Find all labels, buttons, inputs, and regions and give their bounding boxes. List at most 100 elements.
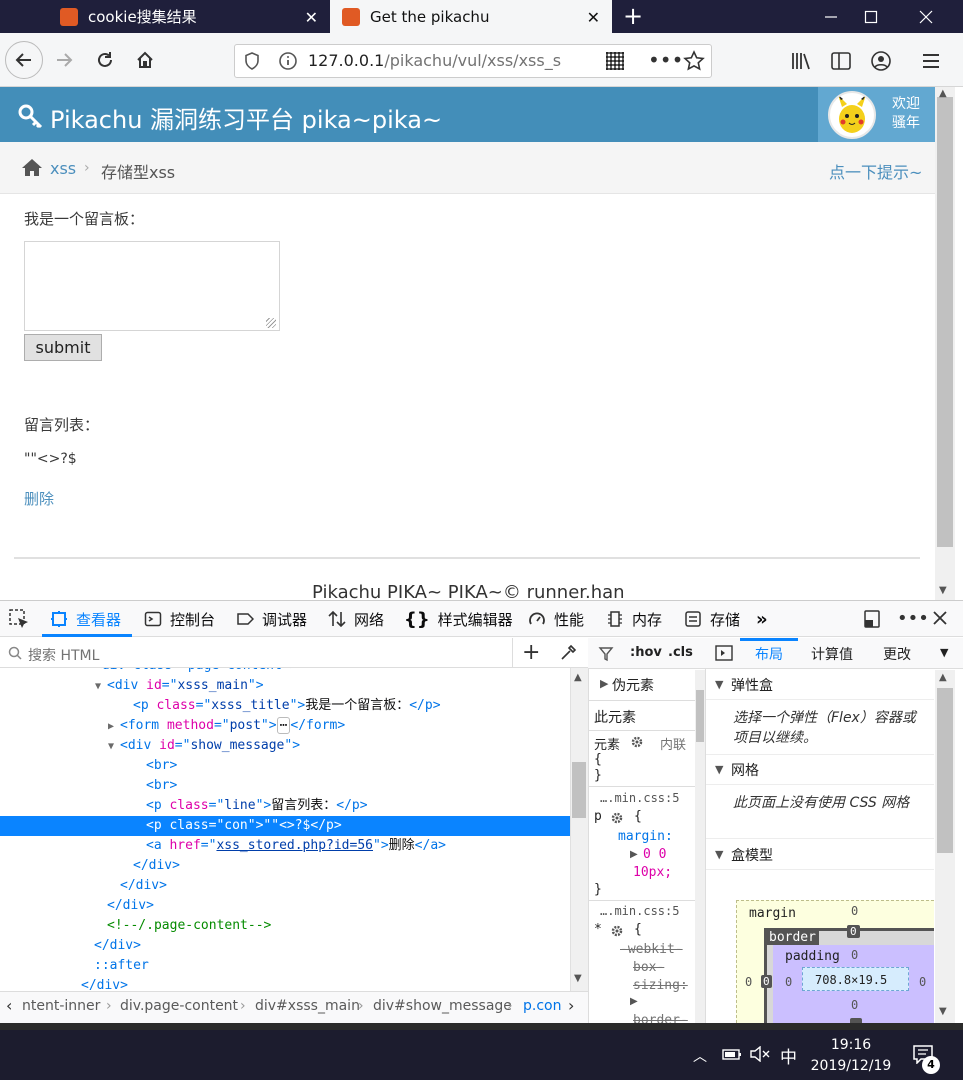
scroll-down-icon[interactable]: ▼ bbox=[939, 585, 947, 596]
expand-arrow-icon[interactable]: ▼ bbox=[715, 678, 723, 691]
grid-section-title[interactable]: 网格 bbox=[731, 760, 759, 780]
padding-right-value[interactable]: 0 bbox=[919, 975, 926, 989]
rule-value[interactable]: 0 0 bbox=[643, 847, 666, 862]
rule-property-struck[interactable]: sizing: bbox=[633, 978, 688, 993]
menu-icon[interactable] bbox=[921, 51, 941, 71]
markup-node[interactable]: ▶ <form method="post"> ⋯ </form> bbox=[0, 716, 570, 736]
gear-icon[interactable] bbox=[610, 924, 624, 938]
breadcrumb-node[interactable]: div#xsss_main bbox=[255, 998, 360, 1014]
qr-code-icon[interactable] bbox=[606, 52, 624, 70]
maximize-icon[interactable] bbox=[845, 0, 897, 33]
rule-property-struck[interactable]: box- bbox=[633, 960, 664, 975]
markup-node[interactable]: </div> bbox=[0, 976, 570, 991]
tab-performance[interactable]: 性能 bbox=[528, 608, 584, 630]
padding-bottom-value[interactable]: 0 bbox=[851, 998, 858, 1012]
delete-link[interactable]: 删除 bbox=[24, 488, 54, 509]
box-model-section-title[interactable]: 盒模型 bbox=[731, 845, 773, 865]
resize-handle-icon[interactable] bbox=[266, 318, 276, 328]
back-icon[interactable] bbox=[5, 41, 43, 79]
markup-node[interactable]: ▼ <div id="xsss_main"> bbox=[0, 676, 570, 696]
rules-scrollbar-thumb[interactable] bbox=[696, 690, 704, 742]
markup-node[interactable]: </div> bbox=[0, 936, 570, 956]
filter-icon[interactable] bbox=[598, 646, 614, 662]
reload-icon[interactable] bbox=[86, 41, 124, 79]
expand-arrow-icon[interactable]: ▶ bbox=[630, 849, 638, 860]
volume-muted-icon[interactable] bbox=[749, 1046, 771, 1062]
tab-cookie-results[interactable]: cookie搜集结果 ✕ bbox=[48, 0, 330, 33]
markup-node[interactable]: </div> bbox=[0, 856, 570, 876]
message-textarea[interactable] bbox=[24, 241, 280, 331]
markup-node-selected[interactable]: <p class="con">""<>?$</p> bbox=[0, 816, 570, 836]
expand-arrow-icon[interactable]: ▼ bbox=[715, 763, 723, 776]
markup-node[interactable]: <br> bbox=[0, 756, 570, 776]
forward-icon[interactable] bbox=[45, 41, 83, 79]
tab-style-editor[interactable]: {} 样式编辑器 bbox=[404, 608, 513, 630]
tab-computed[interactable]: 计算值 bbox=[811, 644, 853, 664]
library-icon[interactable] bbox=[790, 51, 812, 71]
breadcrumb-node[interactable]: div#show_message bbox=[373, 998, 512, 1014]
markup-scrollbar-thumb[interactable] bbox=[572, 762, 586, 818]
breadcrumb-node[interactable]: ntent-inner bbox=[22, 998, 100, 1014]
clock[interactable]: 19:16 2019/12/19 bbox=[808, 1035, 894, 1077]
tab-layout[interactable]: 布局 bbox=[755, 644, 783, 664]
new-tab-icon[interactable]: + bbox=[619, 2, 647, 30]
pseudo-elements-toggle[interactable]: 伪元素 bbox=[612, 675, 654, 695]
markup-node[interactable]: </div> bbox=[0, 876, 570, 896]
markup-node[interactable]: <p class="xsss_title">我是一个留言板：</p> bbox=[0, 696, 570, 716]
sidebar-icon[interactable] bbox=[830, 51, 852, 71]
class-toggle[interactable]: .cls bbox=[668, 645, 693, 660]
page-actions-icon[interactable]: ••• bbox=[648, 48, 683, 72]
tab-memory[interactable]: 内存 bbox=[606, 608, 662, 630]
padding-top-value[interactable]: 0 bbox=[851, 948, 858, 962]
scroll-down-icon[interactable]: ▼ bbox=[939, 1006, 947, 1017]
gear-icon[interactable] bbox=[630, 735, 644, 749]
layout-scrollbar-thumb[interactable] bbox=[937, 688, 953, 853]
border-left-value[interactable]: 0 bbox=[761, 975, 772, 988]
home-icon[interactable] bbox=[126, 41, 164, 79]
rule-source-link[interactable]: ….min.css:5 bbox=[600, 791, 679, 805]
rule-property[interactable]: margin: bbox=[618, 829, 673, 844]
content-size[interactable]: 708.8×19.5 bbox=[815, 973, 887, 987]
expand-arrow-icon[interactable]: ▶ bbox=[600, 677, 608, 690]
tray-expand-icon[interactable]: ︿ bbox=[693, 1046, 707, 1066]
eyedropper-icon[interactable] bbox=[559, 644, 577, 662]
tab-changes[interactable]: 更改 bbox=[883, 644, 911, 664]
markup-node[interactable]: <div class="page-content"> bbox=[0, 668, 570, 676]
ime-indicator[interactable]: 中 bbox=[780, 1043, 797, 1068]
breadcrumb-left-icon[interactable]: ‹ bbox=[6, 996, 12, 1015]
margin-top-value[interactable]: 0 bbox=[851, 904, 858, 918]
dock-toggle-icon[interactable] bbox=[862, 609, 882, 629]
page-scrollbar-thumb[interactable] bbox=[937, 97, 953, 547]
element-picker-icon[interactable] bbox=[8, 608, 30, 630]
breadcrumb-right-icon[interactable]: › bbox=[568, 996, 574, 1015]
more-tools-icon[interactable]: » bbox=[756, 608, 768, 630]
flexbox-section-title[interactable]: 弹性盒 bbox=[731, 675, 773, 695]
markup-node[interactable]: <br> bbox=[0, 776, 570, 796]
submit-button[interactable]: submit bbox=[24, 334, 102, 361]
markup-node[interactable]: <!--/.page-content--> bbox=[0, 916, 570, 936]
account-icon[interactable] bbox=[870, 50, 892, 72]
expand-arrow-icon[interactable]: ▶ bbox=[630, 996, 638, 1007]
breadcrumb-node[interactable]: div.page-content bbox=[120, 998, 238, 1014]
rule-property-struck[interactable]: border- bbox=[633, 1013, 688, 1023]
tab-debugger[interactable]: 调试器 bbox=[236, 608, 307, 630]
bookmark-star-icon[interactable] bbox=[683, 50, 705, 72]
hover-toggle[interactable]: :hov bbox=[630, 645, 662, 660]
url-text[interactable]: 127.0.0.1/pikachu/vul/xss/xss_s bbox=[308, 51, 561, 70]
gear-icon[interactable] bbox=[610, 811, 624, 825]
markup-node[interactable]: ::after bbox=[0, 956, 570, 976]
padding-left-value[interactable]: 0 bbox=[785, 975, 792, 989]
chevron-down-icon[interactable]: ▼ bbox=[940, 646, 948, 659]
close-tab-icon[interactable]: ✕ bbox=[305, 8, 318, 27]
hint-link[interactable]: 点一下提示~ bbox=[829, 159, 922, 183]
scroll-down-icon[interactable]: ▼ bbox=[574, 973, 582, 984]
scroll-up-icon[interactable]: ▲ bbox=[939, 672, 947, 683]
toggle-sidebar-icon[interactable] bbox=[715, 645, 733, 661]
close-devtools-icon[interactable] bbox=[931, 609, 949, 627]
markup-node[interactable]: </div> bbox=[0, 896, 570, 916]
html-search-placeholder[interactable]: 搜索 HTML bbox=[28, 645, 99, 665]
info-icon[interactable] bbox=[278, 51, 298, 71]
markup-node[interactable]: ▼ <div id="show_message"> bbox=[0, 736, 570, 756]
tab-network[interactable]: 网络 bbox=[328, 608, 384, 630]
battery-icon[interactable] bbox=[722, 1047, 742, 1061]
